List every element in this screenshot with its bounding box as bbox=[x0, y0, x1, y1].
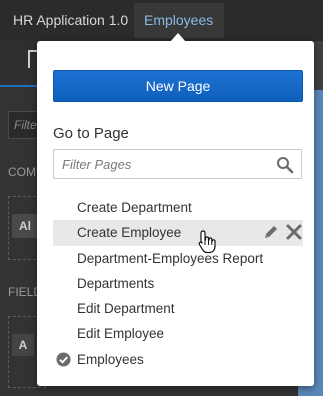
field-chip[interactable]: A bbox=[12, 334, 34, 356]
search-icon[interactable] bbox=[276, 156, 294, 174]
component-chip[interactable]: Al bbox=[12, 214, 38, 238]
page-item-label: Create Employee bbox=[77, 225, 182, 241]
goto-page-title: Go to Page bbox=[53, 125, 129, 142]
app-title[interactable]: HR Application 1.0 bbox=[13, 12, 128, 28]
page-item-departments[interactable]: Departments bbox=[53, 271, 303, 296]
filter-pages-field[interactable] bbox=[53, 149, 302, 179]
page-list: Create Department Create Employee Depart… bbox=[53, 195, 303, 372]
new-page-button[interactable]: New Page bbox=[53, 70, 303, 102]
page-item-label: Employees bbox=[77, 351, 144, 367]
delete-icon[interactable] bbox=[285, 223, 303, 241]
components-section-label: COM bbox=[8, 165, 36, 179]
editor-filter-placeholder: Filte bbox=[14, 118, 37, 132]
app-header: HR Application 1.0 Employees bbox=[0, 0, 323, 41]
filter-pages-input[interactable] bbox=[62, 156, 262, 172]
page-item-create-department[interactable]: Create Department bbox=[53, 195, 303, 220]
page-item-label: Department-Employees Report bbox=[77, 250, 264, 266]
page-item-edit-department[interactable]: Edit Department bbox=[53, 296, 303, 321]
page-item-employees[interactable]: Employees bbox=[53, 347, 303, 372]
page-switcher-popover: New Page Go to Page Create Department Cr… bbox=[37, 41, 314, 386]
pointer-cursor-icon bbox=[198, 230, 216, 254]
edit-icon[interactable] bbox=[263, 224, 279, 240]
popover-arrow bbox=[170, 33, 186, 42]
page-item-label: Edit Employee bbox=[77, 326, 165, 342]
page-item-label: Create Department bbox=[77, 200, 192, 215]
page-item-label: Departments bbox=[77, 275, 155, 291]
page-item-label: Edit Department bbox=[77, 301, 175, 317]
page-item-department-employees-report[interactable]: Department-Employees Report bbox=[53, 246, 303, 271]
check-circle-icon bbox=[56, 352, 71, 367]
current-page-label: Employees bbox=[144, 12, 214, 28]
page-item-edit-employee[interactable]: Edit Employee bbox=[53, 321, 303, 346]
page-item-create-employee[interactable]: Create Employee bbox=[53, 220, 303, 246]
